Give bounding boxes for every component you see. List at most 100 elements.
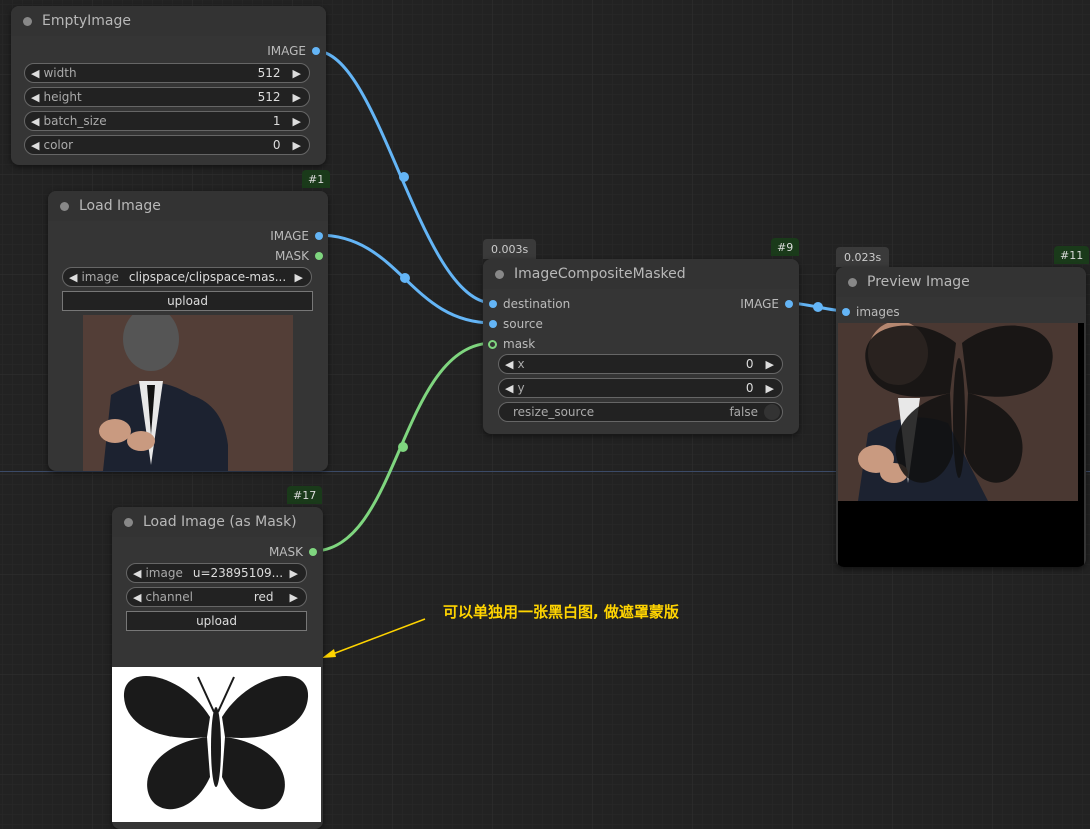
link-midpoint[interactable] bbox=[813, 302, 823, 312]
node-id-badge: #11 bbox=[1054, 246, 1090, 264]
node-title-bar[interactable]: Load Image bbox=[48, 191, 328, 221]
height-widget[interactable]: ◀ height 512 ▶ bbox=[24, 87, 310, 107]
resize-source-toggle[interactable]: resize_source false bbox=[498, 402, 783, 422]
channel-combo-widget[interactable]: ◀ channel red ▶ bbox=[126, 587, 307, 607]
node-empty-image[interactable]: EmptyImage IMAGE ◀ width 512 ▶ ◀ height … bbox=[11, 6, 326, 165]
input-slot-source[interactable]: source bbox=[489, 317, 543, 331]
upload-button[interactable]: upload bbox=[62, 291, 313, 311]
output-slot-mask[interactable]: MASK bbox=[275, 249, 323, 263]
widget-value: false bbox=[729, 405, 758, 419]
node-image-composite-masked[interactable]: ImageCompositeMasked destination source … bbox=[483, 259, 799, 434]
widget-value[interactable]: red bbox=[254, 590, 274, 604]
widget-value[interactable]: 0 bbox=[746, 357, 754, 371]
increment-arrow-icon[interactable]: ▶ bbox=[293, 67, 301, 80]
node-title: Preview Image bbox=[867, 274, 970, 290]
increment-arrow-icon[interactable]: ▶ bbox=[293, 139, 301, 152]
output-slot-image[interactable]: IMAGE bbox=[270, 229, 323, 243]
color-widget[interactable]: ◀ color 0 ▶ bbox=[24, 135, 310, 155]
widget-value[interactable]: 512 bbox=[258, 66, 281, 80]
node-id-badge: #1 bbox=[302, 170, 331, 188]
collapse-dot-icon[interactable] bbox=[60, 201, 69, 211]
input-dot-icon[interactable] bbox=[488, 339, 497, 349]
input-label: source bbox=[503, 317, 543, 331]
next-arrow-icon[interactable]: ▶ bbox=[290, 567, 298, 580]
output-label: MASK bbox=[274, 249, 309, 263]
collapse-dot-icon[interactable] bbox=[23, 16, 32, 26]
increment-arrow-icon[interactable]: ▶ bbox=[293, 115, 301, 128]
input-dot-icon[interactable] bbox=[842, 308, 850, 316]
output-slot-mask[interactable]: MASK bbox=[269, 545, 317, 559]
input-label: mask bbox=[503, 337, 536, 351]
node-preview-image[interactable]: Preview Image images bbox=[836, 267, 1086, 567]
input-label: destination bbox=[503, 297, 571, 311]
widget-value[interactable]: 0 bbox=[746, 381, 754, 395]
widget-label: color bbox=[43, 138, 74, 152]
output-dot-icon[interactable] bbox=[315, 232, 323, 240]
next-arrow-icon[interactable]: ▶ bbox=[295, 271, 303, 284]
widget-label: image bbox=[81, 270, 119, 284]
input-dot-icon[interactable] bbox=[489, 300, 497, 308]
decrement-arrow-icon[interactable]: ◀ bbox=[505, 382, 513, 395]
execution-time-badge: 0.023s bbox=[836, 247, 890, 267]
increment-arrow-icon[interactable]: ▶ bbox=[293, 91, 301, 104]
execution-time-badge: 0.003s bbox=[483, 239, 537, 259]
decrement-arrow-icon[interactable]: ◀ bbox=[31, 139, 39, 152]
input-slot-mask[interactable]: mask bbox=[488, 337, 535, 351]
next-arrow-icon[interactable]: ▶ bbox=[290, 591, 298, 604]
widget-value[interactable]: 0 bbox=[273, 138, 281, 152]
width-widget[interactable]: ◀ width 512 ▶ bbox=[24, 63, 310, 83]
node-title-bar[interactable]: Load Image (as Mask) bbox=[112, 507, 323, 537]
link-midpoint[interactable] bbox=[400, 273, 410, 283]
node-title: Load Image (as Mask) bbox=[143, 514, 297, 530]
link-midpoint[interactable] bbox=[399, 172, 409, 182]
collapse-dot-icon[interactable] bbox=[495, 269, 504, 279]
widget-value[interactable]: clipspace/clipspace-mas... bbox=[129, 270, 295, 284]
widget-label: height bbox=[43, 90, 82, 104]
increment-arrow-icon[interactable]: ▶ bbox=[766, 358, 774, 371]
y-widget[interactable]: ◀ y 0 ▶ bbox=[498, 378, 783, 398]
output-dot-icon[interactable] bbox=[309, 548, 317, 556]
output-slot-image[interactable]: IMAGE bbox=[740, 297, 793, 311]
x-widget[interactable]: ◀ x 0 ▶ bbox=[498, 354, 783, 374]
output-dot-icon[interactable] bbox=[315, 252, 323, 260]
prev-arrow-icon[interactable]: ◀ bbox=[133, 591, 141, 604]
widget-value[interactable]: u=23895109... bbox=[193, 566, 290, 580]
decrement-arrow-icon[interactable]: ◀ bbox=[505, 358, 513, 371]
prev-arrow-icon[interactable]: ◀ bbox=[69, 271, 77, 284]
output-label: IMAGE bbox=[740, 297, 779, 311]
collapse-dot-icon[interactable] bbox=[848, 277, 857, 287]
output-slot-image[interactable]: IMAGE bbox=[267, 44, 320, 58]
node-title-bar[interactable]: Preview Image bbox=[836, 267, 1086, 297]
prev-arrow-icon[interactable]: ◀ bbox=[133, 567, 141, 580]
decrement-arrow-icon[interactable]: ◀ bbox=[31, 115, 39, 128]
widget-label: resize_source bbox=[513, 405, 595, 419]
annotation-text: 可以单独用一张黑白图, 做遮罩蒙版 bbox=[443, 603, 679, 621]
input-dot-icon[interactable] bbox=[489, 320, 497, 328]
input-slot-destination[interactable]: destination bbox=[489, 297, 570, 311]
decrement-arrow-icon[interactable]: ◀ bbox=[31, 67, 39, 80]
output-dot-icon[interactable] bbox=[785, 300, 793, 308]
node-title: Load Image bbox=[79, 198, 161, 214]
image-combo-widget[interactable]: ◀ image u=23895109... ▶ bbox=[126, 563, 307, 583]
input-slot-images[interactable]: images bbox=[842, 305, 900, 319]
output-label: MASK bbox=[268, 545, 303, 559]
widget-label: x bbox=[517, 357, 525, 371]
collapse-dot-icon[interactable] bbox=[124, 517, 133, 527]
widget-value[interactable]: 512 bbox=[258, 90, 281, 104]
image-combo-widget[interactable]: ◀ image clipspace/clipspace-mas... ▶ bbox=[62, 267, 312, 287]
node-title-bar[interactable]: EmptyImage bbox=[11, 6, 326, 36]
widget-label: y bbox=[517, 381, 525, 395]
widget-label: channel bbox=[145, 590, 193, 604]
node-load-image[interactable]: Load Image IMAGE MASK ◀ image clipspace/… bbox=[48, 191, 328, 471]
decrement-arrow-icon[interactable]: ◀ bbox=[31, 91, 39, 104]
output-dot-icon[interactable] bbox=[312, 47, 320, 55]
widget-value[interactable]: 1 bbox=[273, 114, 281, 128]
toggle-knob-icon[interactable] bbox=[764, 404, 780, 420]
link-midpoint[interactable] bbox=[398, 442, 408, 452]
node-load-image-as-mask[interactable]: Load Image (as Mask) MASK ◀ image u=2389… bbox=[112, 507, 323, 829]
node-title-bar[interactable]: ImageCompositeMasked bbox=[483, 259, 799, 289]
upload-button[interactable]: upload bbox=[126, 611, 307, 631]
batch-size-widget[interactable]: ◀ batch_size 1 ▶ bbox=[24, 111, 310, 131]
increment-arrow-icon[interactable]: ▶ bbox=[766, 382, 774, 395]
output-label: IMAGE bbox=[267, 44, 306, 58]
